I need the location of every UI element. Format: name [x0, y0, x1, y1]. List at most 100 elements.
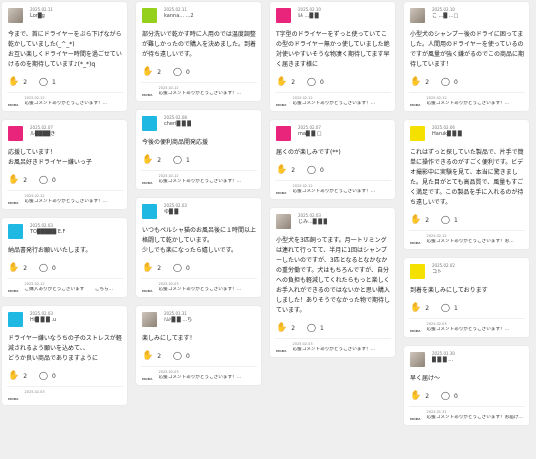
reply-content: 2025.01.31 応援コメントありがとうございます！お届け...	[427, 410, 527, 421]
card-meta: 2025.02.07 ル████き	[30, 125, 55, 137]
comment-actions: ✋ 2 ◯ 0	[8, 370, 122, 382]
like-count: 2	[23, 176, 28, 184]
comment-card: 2025.02.03 Hi█ █ █ .u ドライヤー嫌いなうちの子のストレスが軽減…	[2, 306, 127, 405]
brand-logo: MOBA	[8, 201, 19, 205]
brand-logo: MOBA	[142, 181, 153, 185]
avatar[interactable]	[410, 352, 425, 367]
card-header: 2025.02.08 cheri█ █ █	[142, 115, 256, 135]
comment-card: 2025.02.11 kanna... ...2 部分洗いで乾かす時に人用のでは温度…	[136, 2, 261, 101]
user-name[interactable]: ゆ█ █	[164, 209, 187, 215]
card-header: 2025.02.03 Hi█ █ █ .u	[8, 311, 122, 331]
like-count: 2	[425, 216, 430, 224]
clap-icon[interactable]: ✋	[142, 351, 153, 361]
comment-icon[interactable]: ◯	[39, 77, 48, 87]
comment-count: 0	[454, 392, 458, 400]
user-name[interactable]: ﾙﾙ ...█ █	[298, 13, 321, 19]
avatar[interactable]	[142, 204, 157, 219]
clap-icon[interactable]: ✋	[410, 215, 421, 225]
owner-reply: MOBA 2025.01.31 応援コメントありがとうございます！お届け...	[410, 410, 524, 421]
user-name[interactable]: █ █ █ ...	[432, 357, 455, 363]
comment-icon[interactable]: ◯	[441, 391, 450, 401]
clap-icon[interactable]: ✋	[8, 175, 19, 185]
user-name[interactable]: kanna... ...2	[164, 13, 194, 19]
comment-card: 2025.01.31 ﾊﾑﾄ█ █ ...ち 楽しみにしてます！ ✋ 2 ◯ 0 MOBA 20…	[136, 306, 261, 385]
clap-icon[interactable]: ✋	[276, 77, 287, 87]
avatar[interactable]	[8, 224, 23, 239]
comment-count: 0	[454, 78, 458, 86]
avatar[interactable]	[8, 126, 23, 141]
card-header: 2025.02.11 kanna... ...2	[142, 7, 256, 27]
comment-icon[interactable]: ◯	[441, 77, 450, 87]
user-name[interactable]: TO█████ E.F	[30, 229, 65, 235]
clap-icon[interactable]: ✋	[410, 303, 421, 313]
clap-icon[interactable]: ✋	[276, 323, 287, 333]
comment-actions: ✋ 2 ◯ 1	[410, 302, 524, 314]
comment-actions: ✋ 2 ◯ 0	[142, 66, 256, 78]
comment-actions: ✋ 2 ◯ 0	[142, 350, 256, 362]
comment-icon[interactable]: ◯	[307, 165, 316, 175]
brand-logo: MOBA	[410, 329, 421, 333]
card-header: 2025.02.10 ﾙﾙ ...█ █	[276, 7, 390, 27]
clap-icon[interactable]: ✋	[8, 263, 19, 273]
comment-text: 今後の便利商品開発応援	[142, 139, 209, 146]
user-name[interactable]: Hi█ █ █ .u	[30, 317, 56, 323]
avatar[interactable]	[8, 312, 23, 327]
clap-icon[interactable]: ✋	[410, 391, 421, 401]
comment-card: 2025.02.02 コト 到着を楽しみにしております ✋ 2 ◯ 1 MOBA 2025.02…	[404, 258, 529, 337]
clap-icon[interactable]: ✋	[276, 165, 287, 175]
comment-count: 1	[320, 324, 324, 332]
avatar[interactable]	[410, 126, 425, 141]
avatar[interactable]	[142, 116, 157, 131]
avatar[interactable]	[410, 8, 425, 23]
avatar[interactable]	[142, 8, 157, 23]
comment-icon[interactable]: ◯	[441, 215, 450, 225]
comment-count: 0	[52, 372, 56, 380]
card-meta: 2025.02.02 コト	[432, 263, 455, 275]
user-name[interactable]: cheri█ █ █	[164, 121, 191, 127]
comment-icon[interactable]: ◯	[441, 303, 450, 313]
avatar[interactable]	[276, 8, 291, 23]
comment-text: 小型犬のシャンプー後のドライに困ってました。人間用のドライヤーを使っているのです…	[410, 31, 525, 68]
user-name[interactable]: ma█ █ □	[298, 131, 322, 137]
comment-icon[interactable]: ◯	[39, 263, 48, 273]
user-name[interactable]: コト	[432, 269, 455, 275]
owner-reply: MOBA 2025.02.03 応援コメントありがとうございます！...	[410, 322, 524, 333]
user-name[interactable]: Lor█g	[30, 13, 53, 19]
comment-icon[interactable]: ◯	[307, 77, 316, 87]
user-name[interactable]: じみ...█ █ █	[298, 219, 327, 225]
reply-text: 応援コメントありがとうございます！...	[158, 91, 242, 96]
comment-actions: ✋ 2 ◯ 0	[142, 262, 256, 274]
brand-logo: MOBA	[8, 397, 19, 401]
user-name[interactable]: Haruk█ █ █	[432, 131, 462, 137]
avatar[interactable]	[276, 214, 291, 229]
reply-date: 2025.02.03	[24, 390, 45, 394]
clap-icon[interactable]: ✋	[410, 77, 421, 87]
comment-icon[interactable]: ◯	[173, 351, 182, 361]
clap-icon[interactable]: ✋	[142, 155, 153, 165]
comment-count: 1	[52, 78, 56, 86]
comment-icon[interactable]: ◯	[39, 175, 48, 185]
clap-icon[interactable]: ✋	[8, 371, 19, 381]
clap-icon[interactable]: ✋	[8, 77, 19, 87]
comment-icon[interactable]: ◯	[307, 323, 316, 333]
like-count: 2	[157, 68, 162, 76]
user-name[interactable]: ﾊﾑﾄ█ █ ...ち	[164, 317, 192, 323]
avatar[interactable]	[8, 8, 23, 23]
comment-actions: ✋ 2 ◯ 1	[142, 154, 256, 166]
reply-text: 応援コメントありがとうございます！...	[24, 199, 108, 204]
comment-icon[interactable]: ◯	[173, 155, 182, 165]
clap-icon[interactable]: ✋	[142, 67, 153, 77]
comment-icon[interactable]: ◯	[173, 263, 182, 273]
comment-icon[interactable]: ◯	[173, 67, 182, 77]
card-meta: 2025.02.11 Lor█g	[30, 7, 53, 19]
clap-icon[interactable]: ✋	[142, 263, 153, 273]
reply-text: 応援コメントありがとうございます！...	[426, 101, 510, 106]
avatar[interactable]	[410, 264, 425, 279]
avatar[interactable]	[276, 126, 291, 141]
comment-icon[interactable]: ◯	[39, 371, 48, 381]
reply-content: 2025.02.03 応援コメントありがとうございます！...	[427, 322, 527, 333]
user-name[interactable]: こ ...█ ...□	[432, 13, 458, 19]
avatar[interactable]	[142, 312, 157, 327]
card-header: 2025.02.03 じみ...█ █ █	[276, 213, 390, 233]
user-name[interactable]: ル████き	[30, 131, 55, 137]
